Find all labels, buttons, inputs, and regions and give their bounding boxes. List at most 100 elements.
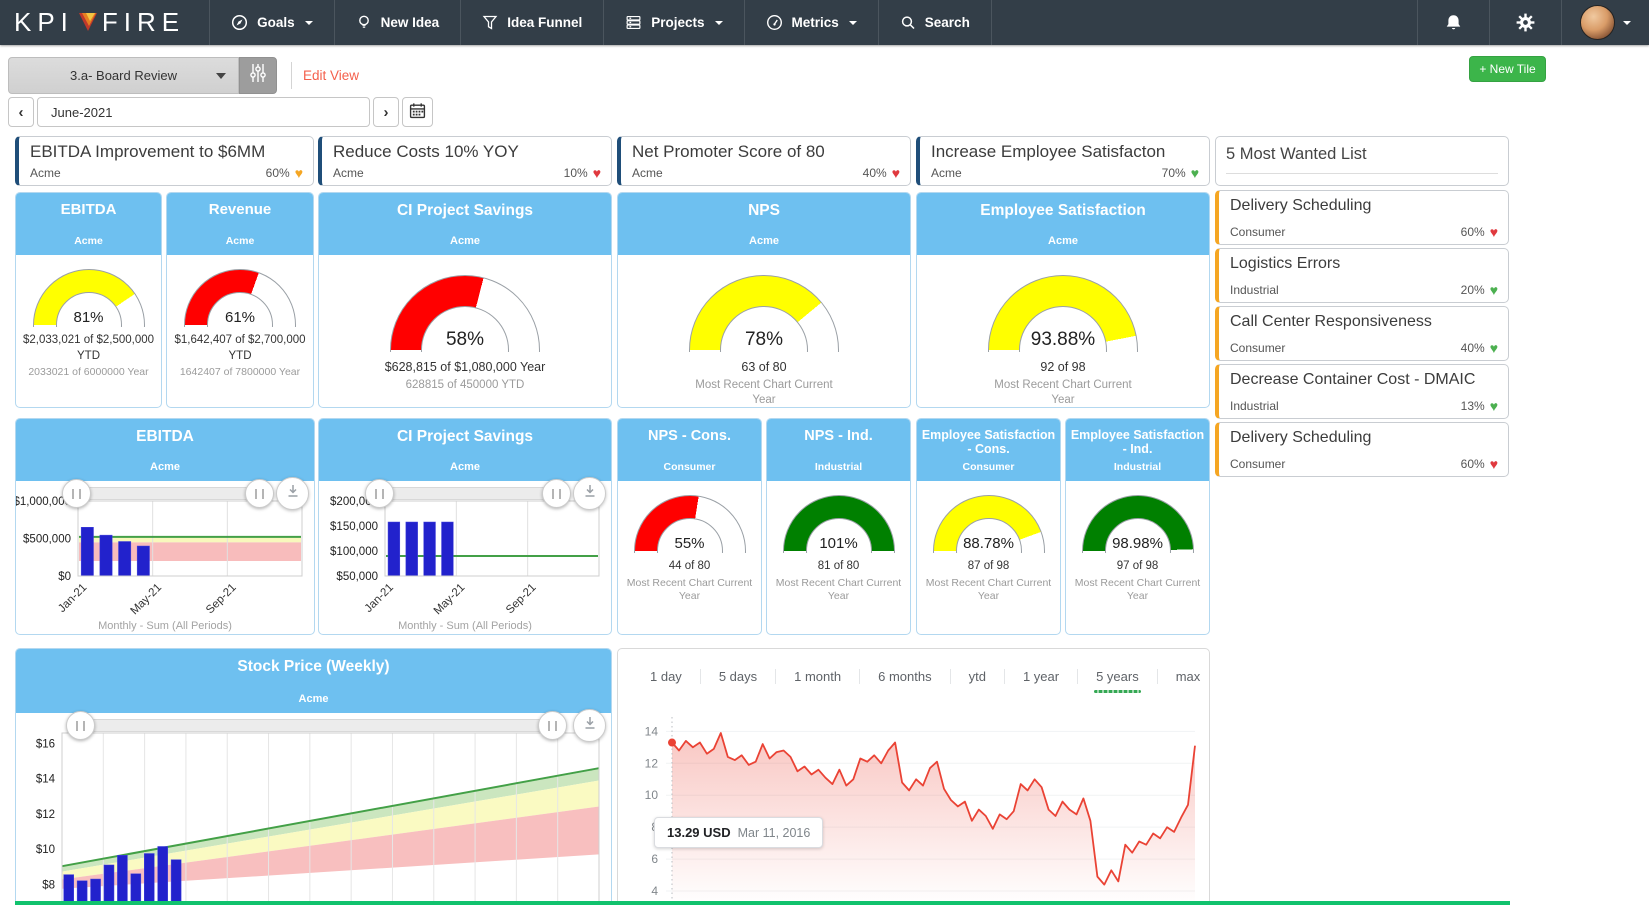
prev-period-button[interactable]: ‹ bbox=[8, 97, 34, 127]
date-range-slider[interactable] bbox=[74, 487, 262, 500]
nav-idea-funnel[interactable]: Idea Funnel bbox=[461, 0, 604, 45]
nav-new-idea-label: New Idea bbox=[381, 15, 440, 30]
board-view-select[interactable]: 3.a- Board Review bbox=[8, 57, 239, 94]
logo-kpi-text: KPI bbox=[14, 7, 74, 38]
range-slider-right-handle[interactable] bbox=[542, 479, 571, 508]
gauge-value-text: 97 of 98 bbox=[1066, 559, 1209, 575]
kpi-tile-nps-consumer-gauge[interactable]: NPS - Cons. Consumer 55% 44 of 80 Most R… bbox=[617, 418, 762, 635]
range-slider-right-handle[interactable] bbox=[245, 479, 274, 508]
range-5-days[interactable]: 5 days bbox=[701, 669, 776, 684]
kpifire-logo[interactable]: KPI FIRE bbox=[0, 0, 210, 45]
range-max[interactable]: max bbox=[1158, 669, 1210, 684]
range-slider-left-handle[interactable] bbox=[365, 479, 394, 508]
most-wanted-item-call-center[interactable]: Call Center Responsiveness Consumer 40%♥ bbox=[1215, 306, 1509, 361]
kpi-tile-ci-savings-trend-chart[interactable]: CI Project Savings Acme $50,000$100,000$… bbox=[318, 418, 612, 635]
kpi-tile-employee-satisfaction-gauge[interactable]: Employee Satisfaction Acme 93.88% 92 of … bbox=[916, 192, 1210, 408]
gauge-secondary-text: Most Recent Chart Current Year bbox=[982, 378, 1144, 408]
tile-header: NPS - Ind. Industrial bbox=[767, 419, 910, 481]
kpi-tile-ebitda-trend-chart[interactable]: EBITDA Acme $0$500,000$1,000,000Jan-21Ma… bbox=[15, 418, 315, 635]
stock-weekly-bar-chart: $8$10$12$14$16 bbox=[18, 727, 607, 905]
heart-status-icon: ♥ bbox=[1191, 166, 1199, 180]
download-chart-button[interactable] bbox=[276, 477, 309, 510]
next-period-button[interactable]: › bbox=[373, 97, 399, 127]
svg-text:Jan-21: Jan-21 bbox=[363, 582, 396, 615]
most-wanted-item-container-cost[interactable]: Decrease Container Cost - DMAIC Industri… bbox=[1215, 364, 1509, 419]
date-range-slider[interactable] bbox=[377, 487, 559, 500]
time-range-selector: 1 day 5 days 1 month 6 months ytd 1 year… bbox=[632, 663, 1209, 689]
kpi-tile-nps-gauge[interactable]: NPS Acme 78% 63 of 80 Most Recent Chart … bbox=[617, 192, 911, 408]
heart-status-icon: ♥ bbox=[1490, 225, 1498, 239]
range-6-months[interactable]: 6 months bbox=[860, 669, 950, 684]
notifications-button[interactable] bbox=[1417, 0, 1489, 45]
range-slider-right-handle[interactable] bbox=[538, 711, 567, 740]
new-tile-button[interactable]: + New Tile bbox=[1469, 56, 1546, 82]
most-wanted-item-delivery-scheduling[interactable]: Delivery Scheduling Consumer 60%♥ bbox=[1215, 190, 1509, 245]
project-title: Logistics Errors bbox=[1230, 255, 1498, 273]
project-org: Consumer bbox=[1230, 457, 1285, 471]
period-input[interactable] bbox=[37, 97, 370, 127]
download-chart-button[interactable] bbox=[573, 709, 606, 742]
gauge-percent: 78% bbox=[689, 329, 839, 351]
nav-new-idea[interactable]: New Idea bbox=[335, 0, 462, 45]
range-slider-left-handle[interactable] bbox=[62, 479, 91, 508]
nav-search[interactable]: Search bbox=[879, 0, 992, 45]
date-range-slider[interactable] bbox=[78, 719, 555, 732]
chart-tooltip: 13.29 USD Mar 11, 2016 bbox=[654, 817, 823, 848]
nav-goals[interactable]: Goals bbox=[210, 0, 335, 45]
kpi-tile-ebitda-gauge[interactable]: EBITDA Acme 81% $2,033,021 of $2,500,000… bbox=[15, 192, 162, 408]
nav-metrics[interactable]: Metrics bbox=[745, 0, 879, 45]
range-ytd[interactable]: ytd bbox=[951, 669, 1005, 684]
goal-tile-employee-satisfaction[interactable]: Increase Employee Satisfacton Acme 70%♥ bbox=[916, 136, 1210, 186]
kpi-tile-stock-price-weekly[interactable]: Stock Price (Weekly) Acme $8$10$12$14$16 bbox=[15, 648, 612, 905]
settings-button[interactable] bbox=[1489, 0, 1561, 45]
svg-text:Sep-21: Sep-21 bbox=[504, 582, 539, 617]
metrics-gauge-icon bbox=[766, 14, 783, 31]
heart-status-icon: ♥ bbox=[295, 166, 303, 180]
tile-org: Industrial bbox=[771, 461, 906, 473]
nav-projects[interactable]: Projects bbox=[604, 0, 744, 45]
gauge-value-text: $628,815 of $1,080,000 Year bbox=[319, 359, 611, 376]
tile-org: Acme bbox=[171, 235, 309, 247]
stock-5-year-chart-card[interactable]: 1 day 5 days 1 month 6 months ytd 1 year… bbox=[617, 648, 1210, 905]
kpi-tile-employee-satisfaction-industrial-gauge[interactable]: Employee Satisfaction - Ind. Industrial … bbox=[1065, 418, 1210, 635]
kpi-tile-revenue-gauge[interactable]: Revenue Acme 61% $1,642,407 of $2,700,00… bbox=[166, 192, 314, 408]
goal-tile-net-promoter-score[interactable]: Net Promoter Score of 80 Acme 40%♥ bbox=[617, 136, 911, 186]
range-slider-left-handle[interactable] bbox=[66, 711, 95, 740]
download-chart-button[interactable] bbox=[573, 477, 606, 510]
funnel-icon bbox=[482, 14, 498, 31]
tile-org: Acme bbox=[20, 461, 310, 473]
goal-tile-reduce-costs[interactable]: Reduce Costs 10% YOY Acme 10%♥ bbox=[318, 136, 612, 186]
project-percent: 13% bbox=[1461, 399, 1485, 413]
gauge-percent: 58% bbox=[390, 329, 540, 351]
range-5-years-selected[interactable]: 5 years bbox=[1078, 669, 1158, 684]
gauge-value-text: $1,642,407 of $2,700,000 YTD bbox=[167, 333, 313, 364]
board-view-select-value: 3.a- Board Review bbox=[70, 68, 177, 83]
most-wanted-item-logistics-errors[interactable]: Logistics Errors Industrial 20%♥ bbox=[1215, 248, 1509, 303]
goal-tile-ebitda-improvement[interactable]: EBITDA Improvement to $6MM Acme 60%♥ bbox=[15, 136, 314, 186]
most-wanted-item-delivery-scheduling-2[interactable]: Delivery Scheduling Consumer 60%♥ bbox=[1215, 422, 1509, 477]
svg-text:$50,000: $50,000 bbox=[336, 571, 378, 583]
kpi-tile-nps-industrial-gauge[interactable]: NPS - Ind. Industrial 101% 81 of 80 Most… bbox=[766, 418, 911, 635]
svg-text:$8: $8 bbox=[42, 879, 55, 891]
view-filters-button[interactable] bbox=[239, 57, 277, 94]
tile-title: NPS - Cons. bbox=[622, 428, 757, 444]
edit-view-link[interactable]: Edit View bbox=[303, 68, 359, 83]
kpi-tile-employee-satisfaction-consumer-gauge[interactable]: Employee Satisfaction - Cons. Consumer 8… bbox=[916, 418, 1061, 635]
user-menu[interactable] bbox=[1561, 0, 1649, 45]
tile-title: EBITDA bbox=[20, 202, 157, 219]
range-1-year[interactable]: 1 year bbox=[1005, 669, 1078, 684]
most-wanted-list-tile[interactable]: 5 Most Wanted List bbox=[1215, 136, 1509, 186]
goal-percent: 70% bbox=[1162, 166, 1186, 180]
tile-title: Employee Satisfaction - Cons. bbox=[921, 428, 1056, 456]
most-wanted-title: 5 Most Wanted List bbox=[1226, 145, 1498, 164]
tile-title: Revenue bbox=[171, 202, 309, 219]
range-1-day[interactable]: 1 day bbox=[632, 669, 701, 684]
nav-search-label: Search bbox=[925, 15, 970, 30]
calendar-button[interactable] bbox=[402, 97, 433, 127]
kpi-tile-ci-project-savings-gauge[interactable]: CI Project Savings Acme 58% $628,815 of … bbox=[318, 192, 612, 408]
calendar-icon bbox=[409, 102, 426, 123]
download-icon bbox=[583, 716, 597, 735]
chevron-down-icon bbox=[1623, 21, 1631, 25]
project-percent: 60% bbox=[1461, 225, 1485, 239]
range-1-month[interactable]: 1 month bbox=[776, 669, 860, 684]
